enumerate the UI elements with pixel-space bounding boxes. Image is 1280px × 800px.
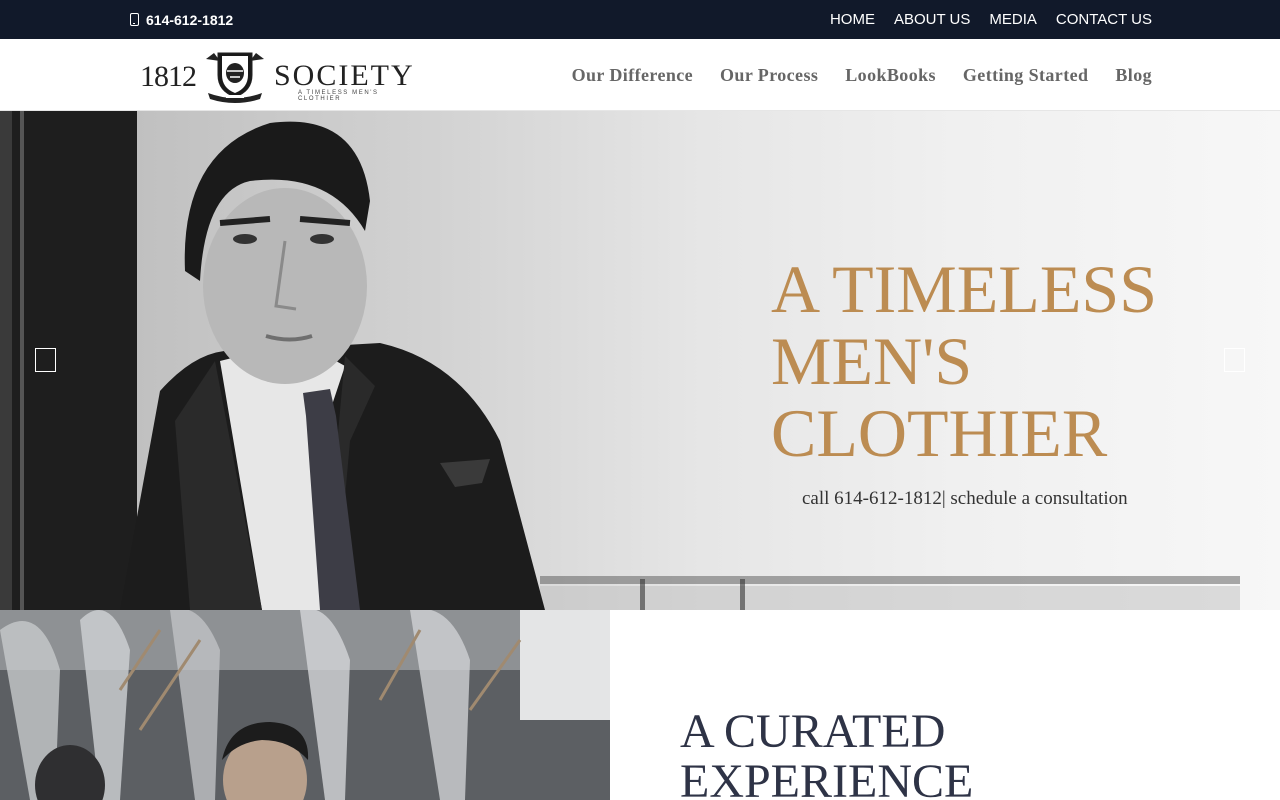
topbar-phone-number[interactable]: 614-612-1812 xyxy=(146,12,233,28)
curated-section: A CURATED EXPERIENCE xyxy=(610,610,1280,800)
main-nav: Our Difference Our Process LookBooks Get… xyxy=(572,39,1152,111)
topnav-contact-us[interactable]: CONTACT US xyxy=(1056,11,1152,28)
hero-title-line: CLOTHIER xyxy=(771,395,1108,471)
logo-word: Society xyxy=(274,59,415,92)
top-nav: HOME ABOUT US MEDIA CONTACT US xyxy=(830,0,1152,39)
nav-getting-started[interactable]: Getting Started xyxy=(963,65,1088,86)
top-bar: 614-612-1812 HOME ABOUT US MEDIA CONTACT… xyxy=(0,0,1280,39)
slider-next-arrow-icon[interactable] xyxy=(1224,348,1245,372)
phone-icon xyxy=(130,13,139,26)
hero-title: A TIMELESS MEN'S CLOTHIER xyxy=(771,253,1211,469)
site-logo[interactable]: 1812 Society A TIMELESS MEN'S CLOTHIER xyxy=(140,47,415,103)
curated-heading-line: EXPERIENCE xyxy=(680,755,974,800)
hero-subtitle[interactable]: call 614-612-1812| schedule a consultati… xyxy=(802,488,1128,510)
curated-photo xyxy=(0,610,610,800)
curated-section-image xyxy=(0,610,610,800)
slider-prev-arrow-icon[interactable] xyxy=(35,348,56,372)
logo-tagline: A TIMELESS MEN'S CLOTHIER xyxy=(298,90,379,102)
nav-our-difference[interactable]: Our Difference xyxy=(572,65,693,86)
hero-title-line: MEN'S xyxy=(771,323,973,399)
topnav-media[interactable]: MEDIA xyxy=(989,11,1037,28)
nav-our-process[interactable]: Our Process xyxy=(720,65,818,86)
logo-number: 1812 xyxy=(140,60,197,93)
curated-heading: A CURATED EXPERIENCE xyxy=(680,707,973,800)
curated-heading-line: A CURATED xyxy=(680,705,946,758)
topbar-phone[interactable]: 614-612-1812 xyxy=(130,0,233,39)
nav-blog[interactable]: Blog xyxy=(1115,65,1152,86)
crest-icon xyxy=(206,52,264,103)
topnav-about-us[interactable]: ABOUT US xyxy=(894,11,970,28)
hero-slider: A TIMELESS MEN'S CLOTHIER call 614-612-1… xyxy=(0,111,1280,610)
nav-lookbooks[interactable]: LookBooks xyxy=(845,65,936,86)
topnav-home[interactable]: HOME xyxy=(830,11,875,28)
hero-title-line: A TIMELESS xyxy=(771,251,1158,327)
main-header: 1812 Society A TIMELESS MEN'S CLOTHIER O… xyxy=(0,39,1280,111)
